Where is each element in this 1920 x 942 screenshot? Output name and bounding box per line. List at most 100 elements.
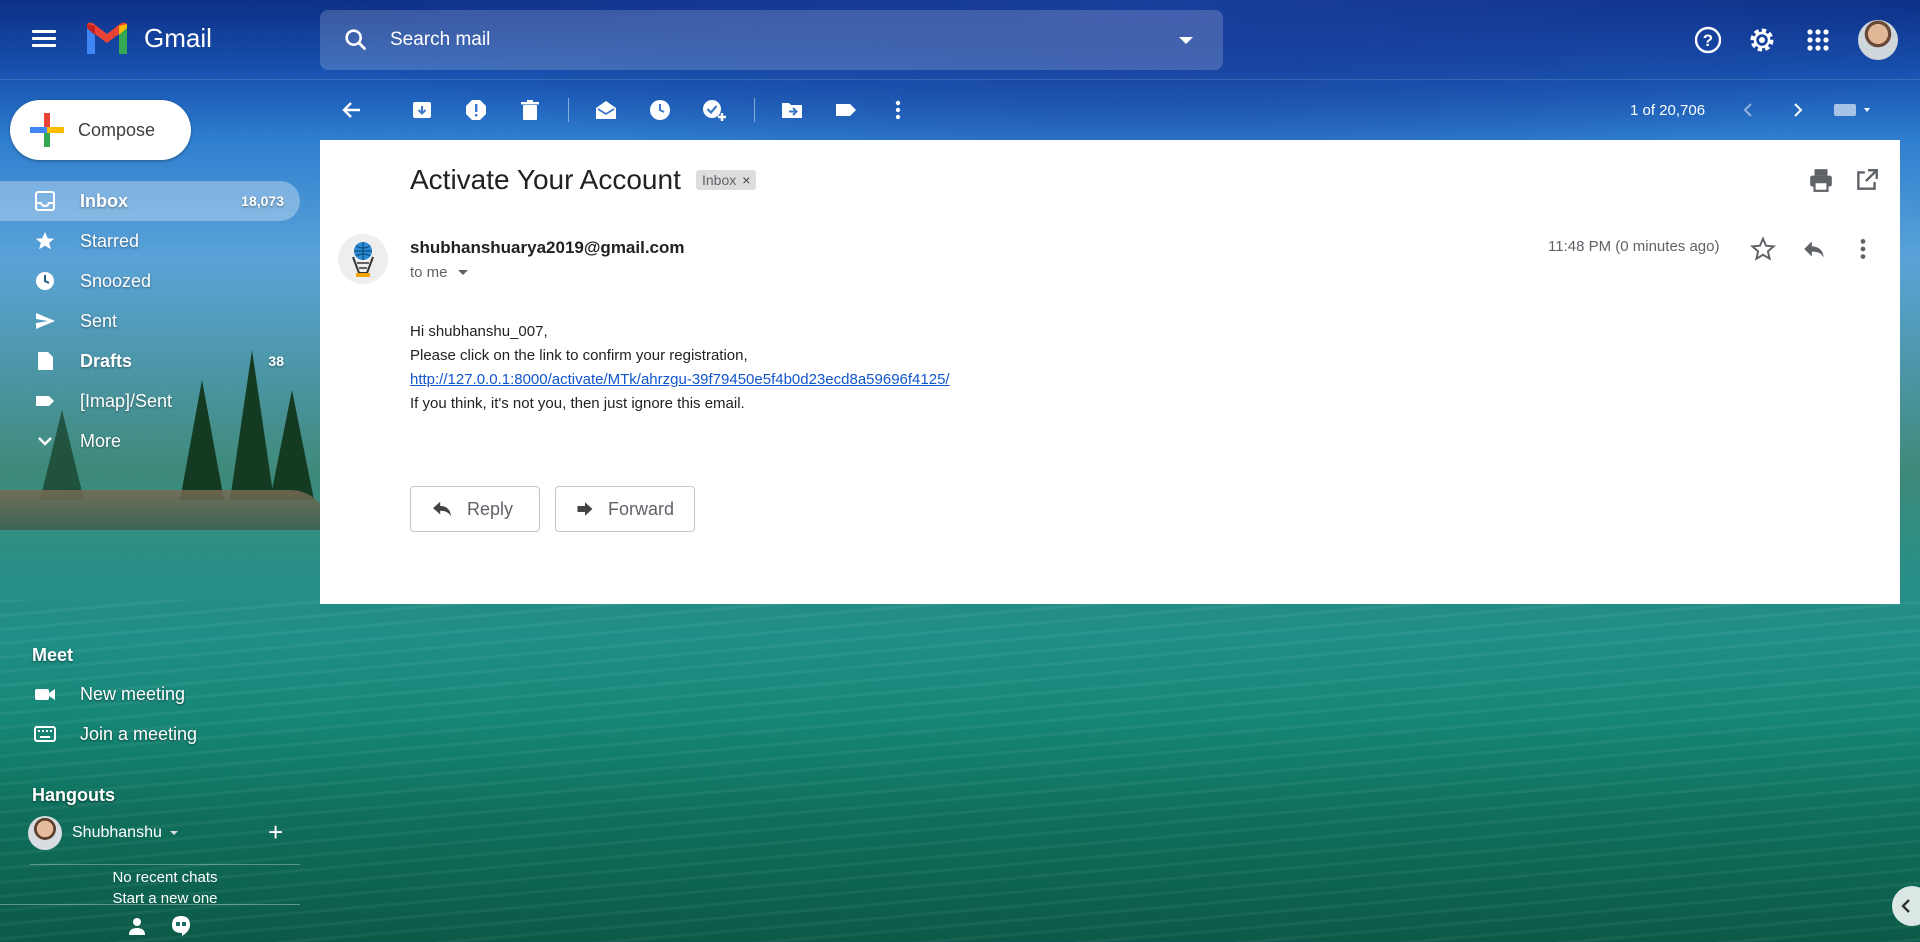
older-chevron-left-icon[interactable] [1734,96,1762,124]
draft-icon [34,350,56,372]
print-icon[interactable] [1808,167,1834,193]
sidebar-item-starred[interactable]: Starred [0,221,300,261]
settings-gear-icon[interactable] [1746,24,1778,56]
hangouts-bottom-bar [0,904,300,942]
chevron-left-icon [1901,899,1910,913]
meet-section-title: Meet [32,645,74,665]
search-options-dropdown-icon[interactable] [1179,36,1193,44]
add-to-tasks-icon[interactable] [700,96,728,124]
message-more-options-icon[interactable] [1850,236,1876,262]
side-panel-toggle[interactable] [1892,886,1920,926]
compose-button[interactable]: Compose [10,100,191,160]
label-tag-icon[interactable] [832,96,860,124]
reply-button-label: Reply [467,498,514,519]
snooze-clock-icon[interactable] [646,96,674,124]
sidebar-item-drafts[interactable]: Drafts 38 [0,341,300,381]
sidebar-item-more[interactable]: More [0,421,300,461]
more-options-vertical-icon[interactable] [884,96,912,124]
drafts-count: 38 [268,353,284,369]
inbox-label-chip[interactable]: Inbox × [696,170,757,190]
body-line-1: Please click on the link to confirm your… [410,347,748,364]
sidebar-nav: Inbox 18,073 Starred Snoozed Sent Drafts… [0,181,300,461]
activation-link[interactable]: http://127.0.0.1:8000/activate/MTk/ahrzg… [410,371,950,388]
sidebar-item-snoozed[interactable]: Snoozed [0,261,300,301]
open-in-new-window-icon[interactable] [1854,167,1880,193]
newer-chevron-right-icon[interactable] [1784,96,1812,124]
new-meeting-button[interactable]: New meeting [34,683,185,705]
sender-email: shubhanshuarya2019@gmail.com [410,238,685,257]
gmail-m-icon [87,22,127,54]
hangouts-section-title: Hangouts [32,785,115,805]
star-icon [34,230,56,252]
delete-trash-icon[interactable] [516,96,544,124]
input-tools-keyboard-icon[interactable] [1830,96,1880,124]
toolbar-divider [754,98,755,122]
help-icon[interactable]: ? [1692,24,1724,56]
top-header: Gmail ? [0,0,1920,80]
compose-plus-icon [30,113,64,147]
chevron-down-icon [34,430,56,452]
gmail-logo[interactable]: Gmail [84,20,212,56]
sidebar-item-label: [Imap]/Sent [80,390,173,411]
apps-grid-icon[interactable] [1802,24,1834,56]
move-to-folder-icon[interactable] [778,96,806,124]
recipient-details-toggle[interactable]: to me [410,264,468,281]
reply-button[interactable]: Reply [410,486,540,532]
compose-label: Compose [78,119,156,140]
star-message-icon[interactable] [1750,236,1776,262]
reply-icon [433,501,451,517]
join-meeting-label: Join a meeting [80,723,198,744]
sidebar-item-label: More [80,430,122,451]
message-toolbar: 1 of 20,706 [320,88,1900,132]
sidebar-item-label: Starred [80,230,140,251]
message-timestamp: 11:48 PM (0 minutes ago) [1548,238,1720,255]
message-body: Hi shubhanshu_007, Please click on the l… [410,320,950,416]
sidebar-item-label: Snoozed [80,270,152,291]
remove-label-close-icon[interactable]: × [742,172,750,188]
message-subject: Activate Your Account [410,164,681,195]
sidebar-item-imap-sent[interactable]: [Imap]/Sent [0,381,300,421]
message-view: Activate Your Account Inbox × shubhanshu… [320,140,1900,604]
forward-button[interactable]: Forward [555,486,695,532]
pagination-text: 1 of 20,706 [1630,102,1706,119]
send-icon [34,310,56,332]
sidebar-item-inbox[interactable]: Inbox 18,073 [0,181,300,221]
archive-icon[interactable] [408,96,436,124]
app-name: Gmail [144,22,212,53]
hangouts-chat-icon[interactable] [170,915,192,937]
hangouts-user[interactable]: Shubhanshu [28,816,178,850]
keyboard-icon [34,723,56,745]
no-recent-chats-text: No recent chats [30,864,300,886]
mark-unread-icon[interactable] [592,96,620,124]
hangouts-user-name: Shubhanshu [72,824,162,841]
account-avatar[interactable] [1858,20,1898,60]
back-arrow-icon[interactable] [338,96,366,124]
body-greeting: Hi shubhanshu_007, [410,323,548,340]
video-camera-icon [34,683,56,705]
show-details-caret-icon [457,270,468,275]
search-bar[interactable] [320,10,1223,70]
reply-arrow-icon[interactable] [1801,236,1827,262]
svg-text:?: ? [1703,31,1713,50]
clock-icon [34,270,56,292]
new-chat-plus-icon[interactable]: + [268,819,283,845]
main-menu-button[interactable] [28,26,60,54]
recipient-text: to me [410,264,448,281]
sender-avatar[interactable] [338,234,388,284]
forward-arrow-icon [577,502,593,516]
start-new-chat-link[interactable]: Start a new one [30,890,300,904]
new-meeting-label: New meeting [80,683,186,704]
contacts-person-icon[interactable] [126,915,148,937]
inbox-unread-count: 18,073 [241,193,284,209]
hangouts-status-caret-icon[interactable] [169,831,178,835]
forward-button-label: Forward [607,498,674,519]
label-chip-text: Inbox [702,172,737,188]
sidebar-item-label: Drafts [80,350,133,371]
search-icon[interactable] [342,26,370,54]
search-input[interactable] [390,29,1179,51]
label-icon [34,390,56,412]
sidebar-item-label: Inbox [80,190,128,211]
report-spam-icon[interactable] [462,96,490,124]
sidebar-item-sent[interactable]: Sent [0,301,300,341]
join-meeting-button[interactable]: Join a meeting [34,723,197,745]
